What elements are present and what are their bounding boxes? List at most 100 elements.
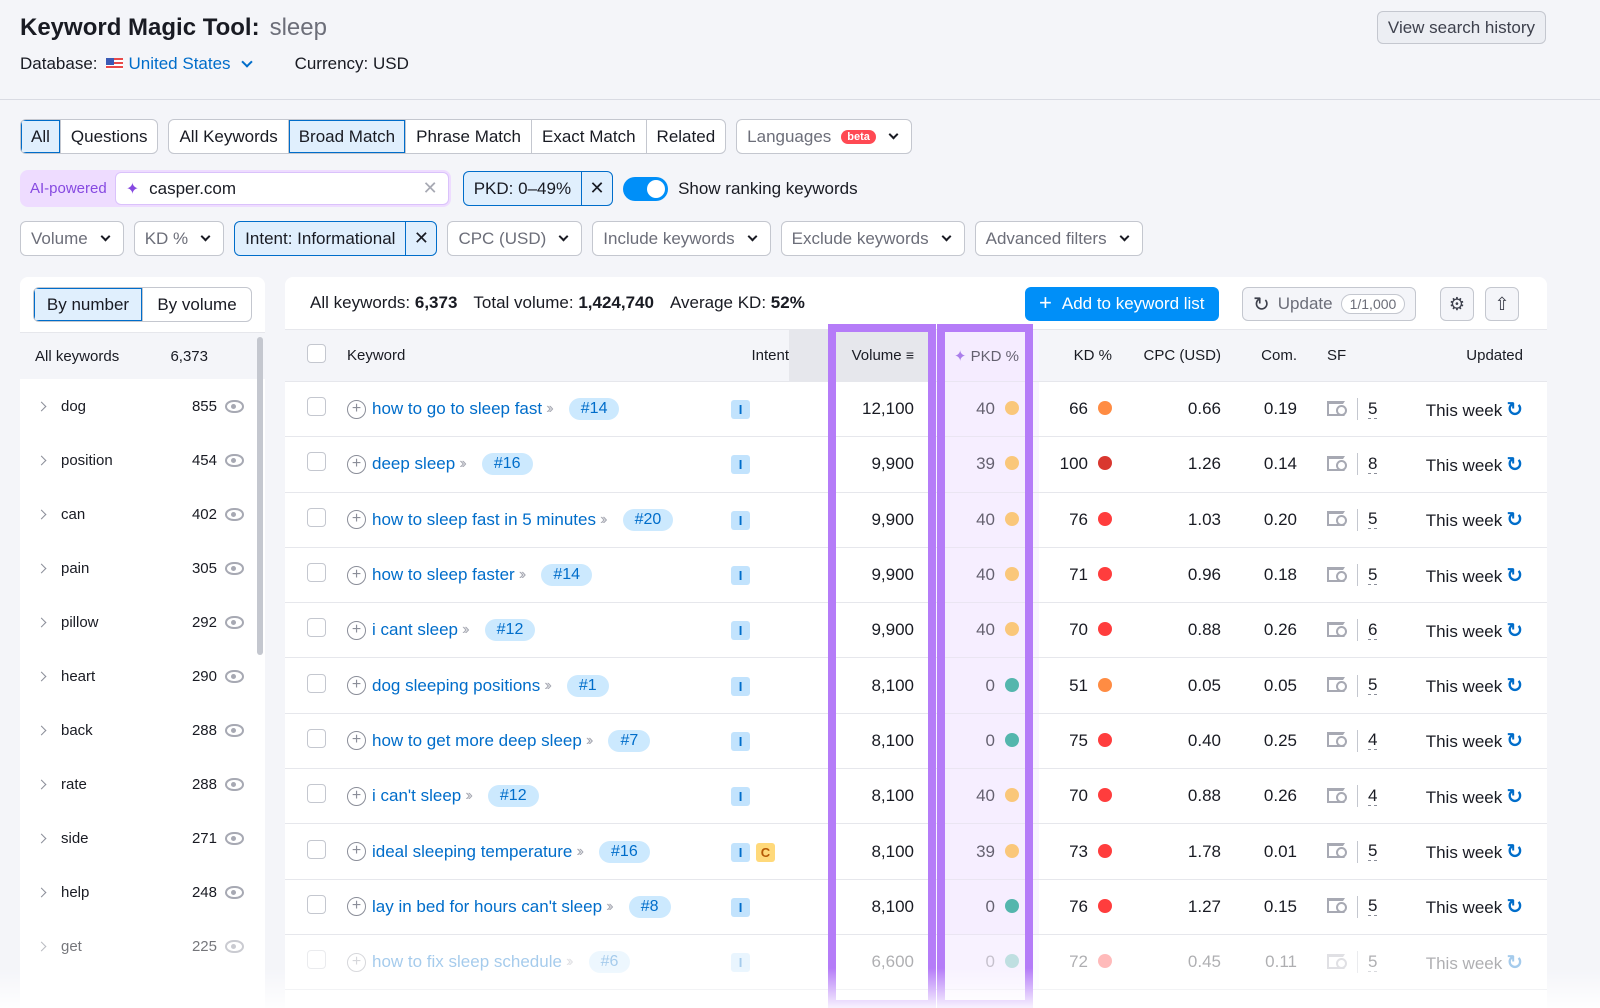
refresh-icon[interactable]: ↻ bbox=[1506, 730, 1523, 752]
database-select[interactable]: United States bbox=[129, 54, 231, 74]
add-keyword-icon[interactable]: + bbox=[347, 676, 366, 696]
chevron-right-icon[interactable] bbox=[36, 941, 47, 951]
add-keyword-icon[interactable]: + bbox=[347, 897, 366, 917]
pkd-filter-label[interactable]: PKD: 0–49% bbox=[464, 172, 583, 205]
keyword-link[interactable]: dog sleeping positions bbox=[372, 676, 540, 696]
keyword-link[interactable]: deep sleep bbox=[372, 454, 455, 474]
header-com[interactable]: Com. bbox=[1231, 329, 1303, 382]
eye-icon[interactable] bbox=[225, 669, 244, 683]
intent-filter-chip[interactable]: Intent: Informational ✕ bbox=[234, 221, 438, 256]
add-to-keyword-list-button[interactable]: + Add to keyword list bbox=[1025, 287, 1219, 321]
show-ranking-toggle[interactable] bbox=[623, 176, 669, 201]
add-keyword-icon[interactable]: + bbox=[347, 952, 366, 972]
tab-all[interactable]: All bbox=[21, 120, 61, 153]
serp-features-count[interactable]: 5 bbox=[1368, 509, 1378, 530]
remove-filter-icon[interactable]: ✕ bbox=[406, 222, 436, 255]
pkd-filter-chip[interactable]: PKD: 0–49% ✕ bbox=[462, 171, 614, 206]
eye-icon[interactable] bbox=[225, 453, 244, 467]
keyword-link[interactable]: how to sleep fast in 5 minutes bbox=[372, 510, 596, 530]
serp-preview-icon[interactable] bbox=[1327, 953, 1347, 969]
header-kd[interactable]: KD % bbox=[1039, 329, 1126, 382]
serp-preview-icon[interactable] bbox=[1327, 677, 1347, 693]
eye-icon[interactable] bbox=[225, 885, 244, 899]
chevrons-right-icon[interactable]: ›› bbox=[576, 843, 583, 861]
keyword-link[interactable]: i cant sleep bbox=[372, 620, 458, 640]
chevron-right-icon[interactable] bbox=[36, 779, 47, 789]
chevrons-right-icon[interactable]: ›› bbox=[586, 732, 593, 750]
serp-preview-icon[interactable] bbox=[1327, 898, 1347, 914]
sidebar-group-get[interactable]: get 225 bbox=[20, 919, 265, 973]
row-checkbox[interactable] bbox=[306, 839, 326, 859]
row-checkbox[interactable] bbox=[306, 728, 326, 748]
remove-filter-icon[interactable]: ✕ bbox=[582, 172, 612, 205]
chevron-right-icon[interactable] bbox=[36, 455, 47, 465]
row-checkbox[interactable] bbox=[306, 894, 326, 914]
chevron-right-icon[interactable] bbox=[36, 509, 47, 519]
kd-filter-dropdown[interactable]: KD % bbox=[133, 221, 225, 256]
view-search-history-button[interactable]: View search history bbox=[1376, 11, 1546, 44]
serp-features-count[interactable]: 5 bbox=[1368, 841, 1378, 861]
refresh-icon[interactable]: ↻ bbox=[1506, 675, 1523, 697]
chevrons-right-icon[interactable]: ›› bbox=[465, 787, 472, 805]
refresh-icon[interactable]: ↻ bbox=[1506, 952, 1523, 974]
header-intent[interactable]: Intent bbox=[727, 329, 789, 382]
keyword-link[interactable]: how to sleep faster bbox=[372, 565, 515, 585]
refresh-icon[interactable]: ↻ bbox=[1506, 620, 1523, 642]
serp-features-count[interactable]: 5 bbox=[1368, 675, 1378, 696]
add-keyword-icon[interactable]: + bbox=[347, 565, 366, 585]
tab-exact-match[interactable]: Exact Match bbox=[532, 120, 647, 153]
include-keywords-dropdown[interactable]: Include keywords bbox=[592, 221, 771, 256]
keyword-link[interactable]: ideal sleeping temperature bbox=[372, 842, 572, 862]
eye-icon[interactable] bbox=[225, 507, 244, 521]
scrollbar[interactable] bbox=[257, 337, 263, 655]
refresh-icon[interactable]: ↻ bbox=[1506, 896, 1523, 918]
tab-by-volume[interactable]: By volume bbox=[143, 288, 251, 321]
header-volume[interactable]: Volume ≡ bbox=[831, 329, 932, 382]
sidebar-group-heart[interactable]: heart 290 bbox=[20, 649, 265, 703]
serp-features-count[interactable]: 6 bbox=[1368, 619, 1378, 640]
serp-features-count[interactable]: 4 bbox=[1368, 785, 1378, 806]
sidebar-group-back[interactable]: back 288 bbox=[20, 703, 265, 757]
add-keyword-icon[interactable]: + bbox=[347, 620, 366, 640]
keyword-link[interactable]: i can't sleep bbox=[372, 786, 461, 806]
eye-icon[interactable] bbox=[225, 399, 244, 413]
chevrons-right-icon[interactable]: ›› bbox=[519, 566, 526, 584]
sidebar-group-pillow[interactable]: pillow 292 bbox=[20, 595, 265, 649]
row-checkbox[interactable] bbox=[306, 950, 326, 970]
chevrons-right-icon[interactable]: ›› bbox=[566, 953, 573, 971]
keyword-link[interactable]: how to get more deep sleep bbox=[372, 731, 582, 751]
row-checkbox[interactable] bbox=[306, 618, 326, 638]
row-checkbox[interactable] bbox=[306, 673, 326, 693]
eye-icon[interactable] bbox=[225, 939, 244, 953]
add-keyword-icon[interactable]: + bbox=[347, 731, 366, 751]
tab-by-number[interactable]: By number bbox=[34, 288, 143, 321]
exclude-keywords-dropdown[interactable]: Exclude keywords bbox=[780, 221, 965, 256]
chevrons-right-icon[interactable]: ›› bbox=[544, 677, 551, 695]
chevron-right-icon[interactable] bbox=[36, 833, 47, 843]
tab-all-keywords[interactable]: All Keywords bbox=[169, 120, 289, 153]
serp-preview-icon[interactable] bbox=[1327, 511, 1347, 527]
serp-preview-icon[interactable] bbox=[1327, 787, 1347, 803]
refresh-icon[interactable]: ↻ bbox=[1506, 786, 1523, 808]
add-keyword-icon[interactable]: + bbox=[347, 510, 366, 530]
chevron-right-icon[interactable] bbox=[36, 671, 47, 681]
eye-icon[interactable] bbox=[225, 831, 244, 845]
tab-phrase-match[interactable]: Phrase Match bbox=[406, 120, 532, 153]
chevrons-right-icon[interactable]: ›› bbox=[606, 898, 613, 916]
row-checkbox[interactable] bbox=[306, 563, 326, 583]
serp-preview-icon[interactable] bbox=[1327, 843, 1347, 858]
refresh-icon[interactable]: ↻ bbox=[1506, 509, 1523, 531]
refresh-icon[interactable]: ↻ bbox=[1506, 565, 1523, 587]
export-button[interactable]: ⇧ bbox=[1485, 287, 1519, 321]
row-checkbox[interactable] bbox=[306, 784, 326, 804]
serp-features-count[interactable]: 5 bbox=[1368, 896, 1378, 917]
serp-features-count[interactable]: 5 bbox=[1368, 951, 1378, 972]
eye-icon[interactable] bbox=[225, 777, 244, 791]
keyword-link[interactable]: lay in bed for hours can't sleep bbox=[372, 897, 602, 917]
serp-features-count[interactable]: 4 bbox=[1368, 730, 1378, 751]
chevron-right-icon[interactable] bbox=[36, 725, 47, 735]
header-cpc[interactable]: CPC (USD) bbox=[1126, 329, 1231, 382]
eye-icon[interactable] bbox=[225, 615, 244, 629]
domain-input-value[interactable]: casper.com bbox=[149, 179, 423, 199]
row-checkbox[interactable] bbox=[306, 507, 326, 527]
